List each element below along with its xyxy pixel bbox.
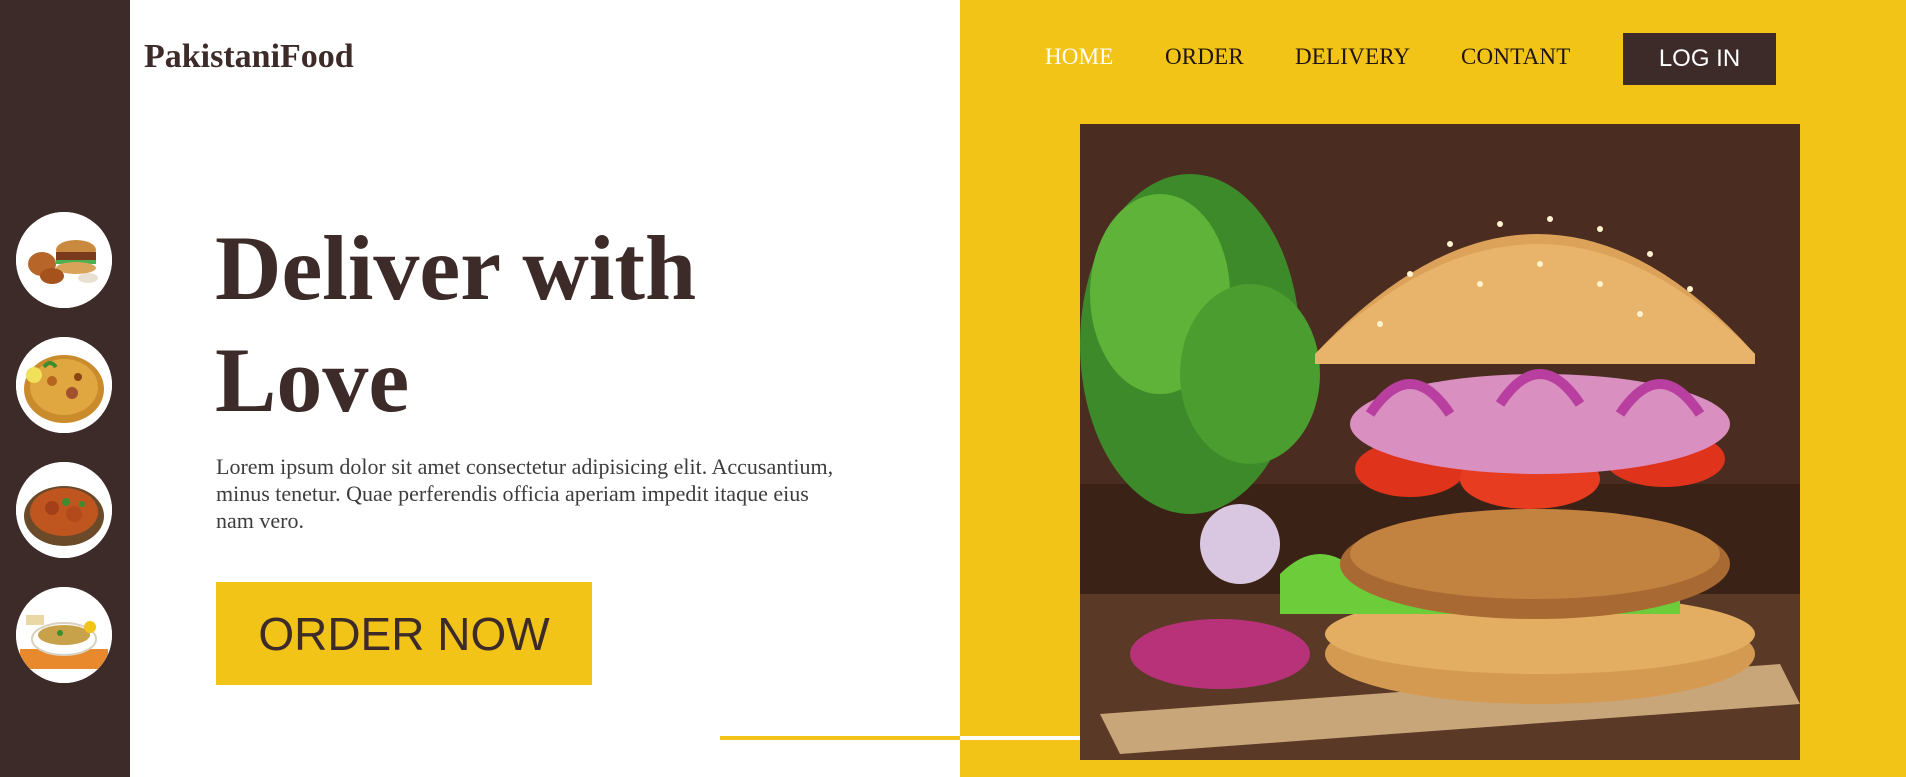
nav-home[interactable]: HOME (1045, 44, 1114, 70)
nav-delivery[interactable]: DELIVERY (1295, 44, 1410, 70)
thumbnail-haleem[interactable] (16, 587, 112, 683)
hero-description: Lorem ipsum dolor sit amet consectetur a… (216, 454, 834, 533)
brand-logo[interactable]: PakistaniFood (144, 38, 354, 76)
nav-order[interactable]: ORDER (1165, 44, 1244, 70)
nav-contact[interactable]: CONTANT (1461, 44, 1570, 70)
thumbnail-chicken-karahi[interactable] (16, 462, 112, 558)
order-now-button[interactable]: ORDER NOW (216, 582, 592, 685)
thumbnail-biryani[interactable] (16, 337, 112, 433)
burger-photo (1080, 124, 1800, 760)
hero-title-line2: Love (215, 329, 410, 431)
login-button[interactable]: LOG IN (1623, 33, 1776, 85)
left-sidebar (0, 0, 130, 777)
thumbnail-fried-chicken-burger[interactable] (16, 212, 112, 308)
slider-indicator-active (720, 736, 960, 740)
hero-title-line1: Deliver with (215, 217, 697, 319)
hero-title: Deliver with Love (215, 212, 855, 436)
